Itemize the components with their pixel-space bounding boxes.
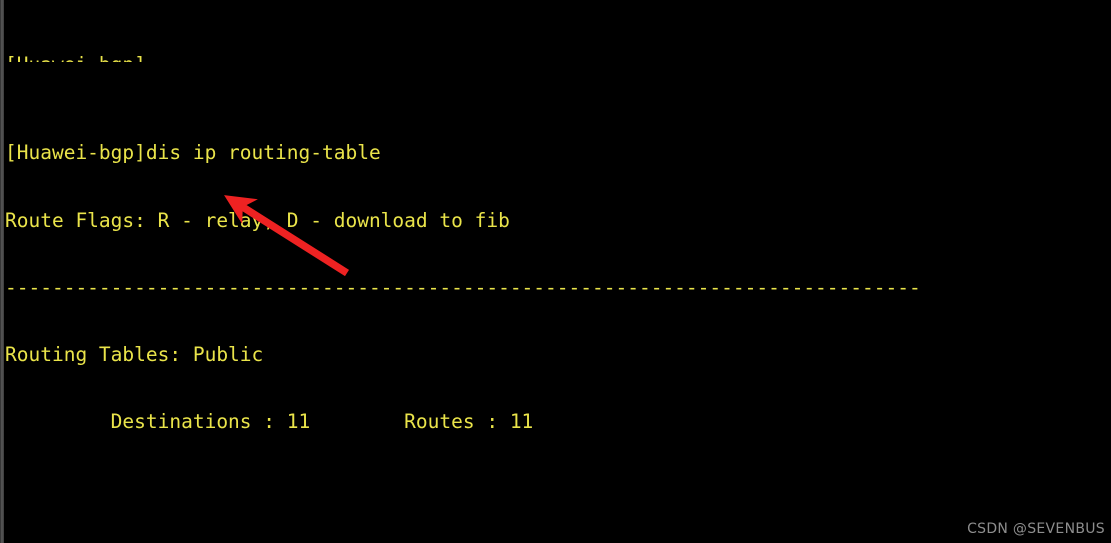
- watermark-text: CSDN @SEVENBUS: [967, 521, 1105, 537]
- separator-rule: ----------------------------------------…: [5, 275, 921, 299]
- routing-tables-label: Routing Tables: Public: [5, 343, 264, 367]
- console-line-clipped-previous: [Huawei-bgp]: [5, 54, 1111, 62]
- routing-summary-counts: Destinations : 11 Routes : 11: [5, 410, 534, 434]
- route-flags-legend: Route Flags: R - relay, D - download to …: [5, 208, 510, 232]
- window-left-edge: [0, 0, 4, 543]
- console-output: [Huawei-bgp] [Huawei-bgp]dis ip routing-…: [5, 0, 1111, 543]
- command-prompt-line: [Huawei-bgp]dis ip routing-table: [5, 141, 381, 165]
- terminal-window: [Huawei-bgp] [Huawei-bgp]dis ip routing-…: [0, 0, 1111, 543]
